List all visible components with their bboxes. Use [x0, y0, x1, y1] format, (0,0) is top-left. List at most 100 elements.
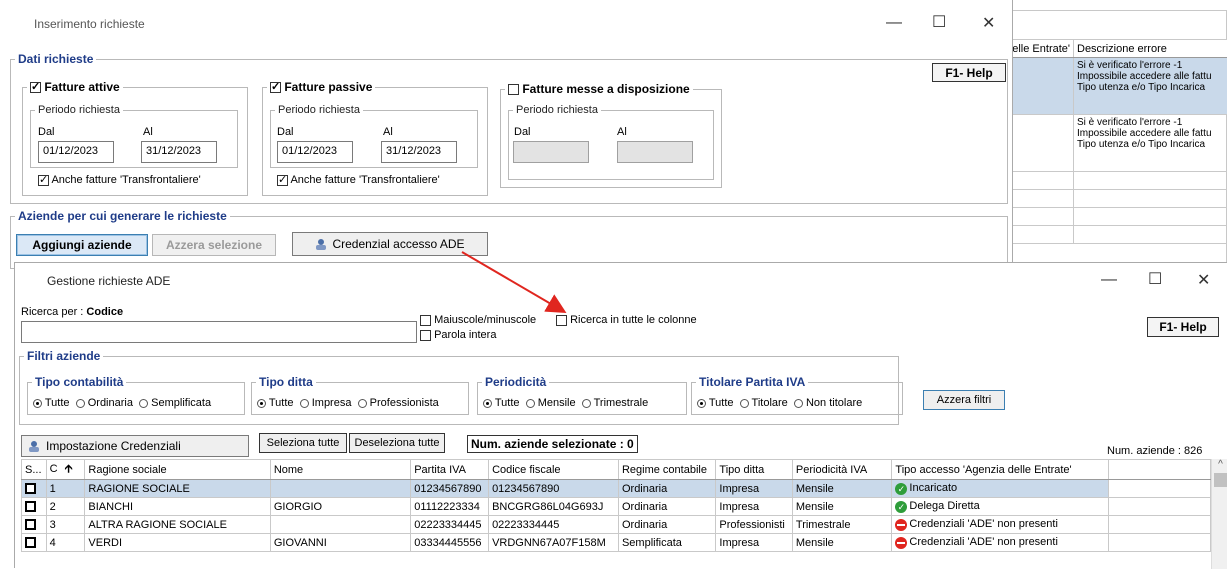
- credenziali-accesso-label: Credenzial accesso ADE: [332, 237, 464, 251]
- periodicita-tutte-radio[interactable]: [483, 399, 492, 408]
- titolare-non-titolare-radio[interactable]: [794, 399, 803, 408]
- ricerca-label: Ricerca per : Codice: [21, 306, 123, 318]
- periodicita-trimestrale-radio[interactable]: [582, 399, 591, 408]
- maiuscole-option[interactable]: Maiuscole/minuscole: [420, 314, 536, 326]
- al-attive-input[interactable]: 31/12/2023: [141, 141, 217, 163]
- contabilita-ordinaria-radio[interactable]: [76, 399, 85, 408]
- ditta-tutte-radio[interactable]: [257, 399, 266, 408]
- cell-tipo-ditta: Impresa: [716, 498, 792, 516]
- row-select-checkbox[interactable]: [25, 537, 36, 548]
- ditta-impresa-radio[interactable]: [300, 399, 309, 408]
- row-select-checkbox[interactable]: [25, 519, 36, 530]
- cell-ragione-sociale: BIANCHI: [85, 498, 270, 516]
- seleziona-tutte-button[interactable]: Seleziona tutte: [259, 433, 347, 453]
- scroll-up-icon[interactable]: ^: [1212, 459, 1227, 470]
- fatture-messe-label: Fatture messe a disposizione: [522, 82, 689, 96]
- fatture-passive-checkbox[interactable]: [270, 82, 281, 93]
- cell-tipo-ditta: Professionisti: [716, 516, 792, 534]
- cell-codice-fiscale: 01234567890: [489, 480, 619, 498]
- cell-partita-iva: 01234567890: [411, 480, 489, 498]
- contabilita-tutte-radio[interactable]: [33, 399, 42, 408]
- titolare-legend: Titolare Partita IVA: [696, 375, 808, 389]
- maximize-icon[interactable]: ☐: [932, 12, 946, 32]
- cell-nome: [270, 516, 410, 534]
- help-button[interactable]: F1- Help: [1147, 317, 1219, 337]
- cell-codice: 3: [46, 516, 85, 534]
- transfrontaliere-label: Anche fatture 'Transfrontaliere': [290, 174, 439, 186]
- periodicita-mensile-radio[interactable]: [526, 399, 535, 408]
- error-table: elle Entrate' Descrizione errore Si è ve…: [1006, 39, 1227, 244]
- azzera-selezione-button[interactable]: Azzera selezione: [152, 234, 276, 256]
- maiuscole-checkbox[interactable]: [420, 315, 431, 326]
- aggiungi-aziende-button[interactable]: Aggiungi aziende: [16, 234, 148, 256]
- minimize-icon[interactable]: —: [886, 14, 902, 32]
- minimize-icon[interactable]: —: [1101, 271, 1117, 289]
- parola-intera-option[interactable]: Parola intera: [420, 329, 496, 341]
- col-selezione[interactable]: S...: [22, 460, 47, 480]
- maximize-icon[interactable]: ☐: [1148, 269, 1162, 289]
- dal-attive-input[interactable]: 01/12/2023: [38, 141, 114, 163]
- transfrontaliere-attive-checkbox[interactable]: [38, 175, 49, 186]
- check-circle-icon: ✓: [895, 483, 907, 495]
- accesso-label: Credenziali 'ADE' non presenti: [909, 518, 1058, 530]
- table-row[interactable]: 1RAGIONE SOCIALE0123456789001234567890Or…: [22, 480, 1211, 498]
- row-select-checkbox[interactable]: [25, 483, 36, 494]
- cell-tipo-ditta: Impresa: [716, 534, 792, 552]
- fatture-attive-checkbox[interactable]: [30, 82, 41, 93]
- titolare-titolare-radio[interactable]: [740, 399, 749, 408]
- azzera-filtri-button[interactable]: Azzera filtri: [923, 390, 1005, 410]
- scrollbar-thumb[interactable]: [1214, 473, 1227, 487]
- dal-label: Dal: [38, 126, 55, 138]
- table-row[interactable]: 4VERDIGIOVANNI03334445556VRDGNN67A07F158…: [22, 534, 1211, 552]
- close-icon[interactable]: ✕: [1197, 270, 1210, 290]
- col-partita-iva[interactable]: Partita IVA: [411, 460, 489, 480]
- background-window: elle Entrate' Descrizione errore Si è ve…: [1005, 10, 1227, 272]
- ricerca-tutte-colonne-checkbox[interactable]: [556, 315, 567, 326]
- transfrontaliere-passive-option[interactable]: Anche fatture 'Transfrontaliere': [277, 174, 440, 186]
- table-row[interactable]: 2BIANCHIGIORGIO01112223334BNCGRG86L04G69…: [22, 498, 1211, 516]
- num-aziende: Num. aziende : 826: [1107, 445, 1202, 457]
- filtri-aziende-legend: Filtri aziende: [24, 349, 103, 363]
- row-select-checkbox[interactable]: [25, 501, 36, 512]
- help-button[interactable]: F1- Help: [932, 63, 1006, 82]
- error-line: Tipo utenza e/o Tipo Incarica: [1077, 139, 1224, 150]
- titolare-tutte-radio[interactable]: [697, 399, 706, 408]
- table-row[interactable]: 3ALTRA RAGIONE SOCIALE022233344450222333…: [22, 516, 1211, 534]
- scrollbar[interactable]: ^: [1211, 459, 1227, 569]
- inserimento-richieste-window: Inserimento richieste — ☐ ✕ Dati richies…: [0, 0, 1013, 262]
- periodo-label: Periodo richiesta: [275, 104, 363, 116]
- credenziali-accesso-button[interactable]: Credenzial accesso ADE: [292, 232, 488, 256]
- cell-tipo-accesso: ✓Incaricato: [892, 480, 1109, 498]
- ricerca-tutte-colonne-option[interactable]: Ricerca in tutte le colonne: [556, 314, 697, 326]
- col-nome[interactable]: Nome: [270, 460, 410, 480]
- transfrontaliere-passive-checkbox[interactable]: [277, 175, 288, 186]
- table-row[interactable]: Si è verificato l'errore -1 Impossibile …: [1007, 115, 1227, 172]
- col-codice-fiscale[interactable]: Codice fiscale: [489, 460, 619, 480]
- dal-passive-input[interactable]: 01/12/2023: [277, 141, 353, 163]
- titolare-group: Titolare Partita IVA: [691, 375, 903, 415]
- sort-arrow-up-icon: 🡩: [65, 463, 73, 475]
- transfrontaliere-attive-option[interactable]: Anche fatture 'Transfrontaliere': [38, 174, 201, 186]
- col-codice[interactable]: C 🡩: [46, 460, 85, 480]
- fatture-passive-label: Fatture passive: [284, 80, 372, 94]
- impostazione-credenziali-button[interactable]: Impostazione Credenziali: [21, 435, 249, 457]
- col-tipo-ditta[interactable]: Tipo ditta: [716, 460, 792, 480]
- close-icon[interactable]: ✕: [982, 13, 995, 33]
- col-regime-contabile[interactable]: Regime contabile: [618, 460, 715, 480]
- cell-regime: Ordinaria: [618, 480, 715, 498]
- table-row[interactable]: Si è verificato l'errore -1 Impossibile …: [1007, 58, 1227, 115]
- col-ragione-sociale[interactable]: Ragione sociale: [85, 460, 270, 480]
- search-input[interactable]: [21, 321, 417, 343]
- contabilita-semplificata-radio[interactable]: [139, 399, 148, 408]
- cell-partita-iva: 02223334445: [411, 516, 489, 534]
- al-passive-input[interactable]: 31/12/2023: [381, 141, 457, 163]
- cell-codice-fiscale: VRDGNN67A07F158M: [489, 534, 619, 552]
- col-periodicita-iva[interactable]: Periodicità IVA: [792, 460, 892, 480]
- cell-ragione-sociale: ALTRA RAGIONE SOCIALE: [85, 516, 270, 534]
- maiuscole-label: Maiuscole/minuscole: [434, 314, 536, 326]
- deseleziona-tutte-button[interactable]: Deseleziona tutte: [349, 433, 445, 453]
- fatture-messe-checkbox[interactable]: [508, 84, 519, 95]
- ditta-professionista-radio[interactable]: [358, 399, 367, 408]
- parola-intera-checkbox[interactable]: [420, 330, 431, 341]
- col-tipo-accesso[interactable]: Tipo accesso 'Agenzia delle Entrate': [892, 460, 1109, 480]
